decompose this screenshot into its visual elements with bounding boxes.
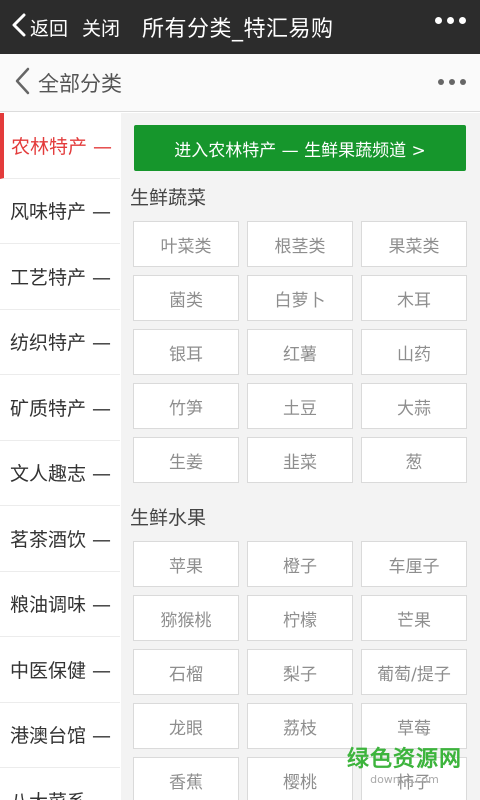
back-label: 返回: [30, 17, 69, 40]
subcategory-item[interactable]: 韭菜: [247, 437, 353, 483]
subcategory-item[interactable]: 柠檬: [247, 595, 353, 641]
channel-banner-button[interactable]: 进入农林特产 — 生鲜果蔬频道 >: [134, 125, 466, 171]
vegetables-grid: 叶菜类 根茎类 果菜类 菌类 白萝卜 木耳 银耳 红薯 山药 竹笋 土豆 大蒜 …: [133, 221, 468, 483]
back-button[interactable]: 返回: [12, 0, 68, 54]
section-title-vegetables: 生鲜蔬菜: [130, 187, 207, 209]
subcategory-item[interactable]: 生姜: [133, 437, 239, 483]
watermark-logo: 绿色资源网 downcc.com: [347, 741, 462, 786]
sidebar-item-hk-macau-tw[interactable]: 港澳台馆 —: [0, 703, 120, 768]
subcategory-item[interactable]: 菌类: [133, 275, 239, 321]
subcategory-item[interactable]: 山药: [361, 329, 467, 375]
subcategory-item[interactable]: 苹果: [133, 541, 239, 587]
header-more-icon[interactable]: [438, 79, 466, 85]
subcategory-item[interactable]: 红薯: [247, 329, 353, 375]
sidebar-item-mineral[interactable]: 矿质特产 —: [0, 375, 120, 441]
subcategory-item[interactable]: 根茎类: [247, 221, 353, 267]
subcategory-item[interactable]: 木耳: [361, 275, 467, 321]
watermark-subtext: downcc.com: [370, 773, 439, 786]
more-options-icon[interactable]: [435, 17, 466, 24]
sidebar-item-craft[interactable]: 工艺特产 —: [0, 244, 120, 310]
subcategory-item[interactable]: 猕猴桃: [133, 595, 239, 641]
app-top-bar: 返回 关闭 所有分类_特汇易购: [0, 0, 480, 54]
subcategory-item[interactable]: 葱: [361, 437, 467, 483]
subcategory-item[interactable]: 樱桃: [247, 757, 353, 800]
sidebar-item-textile[interactable]: 纺织特产 —: [0, 310, 120, 375]
subcategory-item[interactable]: 车厘子: [361, 541, 467, 587]
section-title-fruits: 生鲜水果: [130, 507, 207, 529]
watermark-text: 绿色资源网: [346, 747, 462, 772]
subcategory-item[interactable]: 香蕉: [133, 757, 239, 800]
subcategory-item[interactable]: 橙子: [247, 541, 353, 587]
subcategory-item[interactable]: 白萝卜: [247, 275, 353, 321]
header-title: 全部分类: [38, 71, 122, 96]
subcategory-item[interactable]: 龙眼: [133, 703, 239, 749]
subcategory-item[interactable]: 竹笋: [133, 383, 239, 429]
chevron-left-icon: [14, 67, 30, 99]
page-title: 所有分类_特汇易购: [142, 17, 334, 42]
subcategory-item[interactable]: 葡萄/提子: [361, 649, 467, 695]
subcategory-item[interactable]: 土豆: [247, 383, 353, 429]
sidebar-item-literati[interactable]: 文人趣志 —: [0, 441, 120, 506]
chevron-left-icon: [12, 13, 26, 41]
category-header: 全部分类: [0, 54, 480, 112]
subcategory-item[interactable]: 叶菜类: [133, 221, 239, 267]
sidebar-item-tea-wine[interactable]: 茗茶酒饮 —: [0, 506, 120, 572]
subcategory-item[interactable]: 荔枝: [247, 703, 353, 749]
subcategory-item[interactable]: 石榴: [133, 649, 239, 695]
sidebar-item-flavor[interactable]: 风味特产 —: [0, 179, 120, 244]
close-button[interactable]: 关闭: [82, 14, 120, 41]
subcategory-item[interactable]: 大蒜: [361, 383, 467, 429]
sidebar-item-grain-oil[interactable]: 粮油调味 —: [0, 572, 120, 637]
subcategory-item[interactable]: 芒果: [361, 595, 467, 641]
sidebar-item-agri[interactable]: 农林特产 —: [0, 113, 120, 179]
category-content: 进入农林特产 — 生鲜果蔬频道 > 生鲜蔬菜 叶菜类 根茎类 果菜类 菌类 白萝…: [121, 113, 480, 800]
header-back-button[interactable]: [14, 67, 30, 99]
category-sidebar: 农林特产 — 风味特产 — 工艺特产 — 纺织特产 — 矿质特产 — 文人趣志 …: [0, 113, 120, 800]
subcategory-item[interactable]: 果菜类: [361, 221, 467, 267]
sidebar-item-cuisines[interactable]: 八大菜系 —: [0, 768, 120, 800]
sidebar-item-medicine[interactable]: 中医保健 —: [0, 637, 120, 703]
subcategory-item[interactable]: 银耳: [133, 329, 239, 375]
subcategory-item[interactable]: 梨子: [247, 649, 353, 695]
